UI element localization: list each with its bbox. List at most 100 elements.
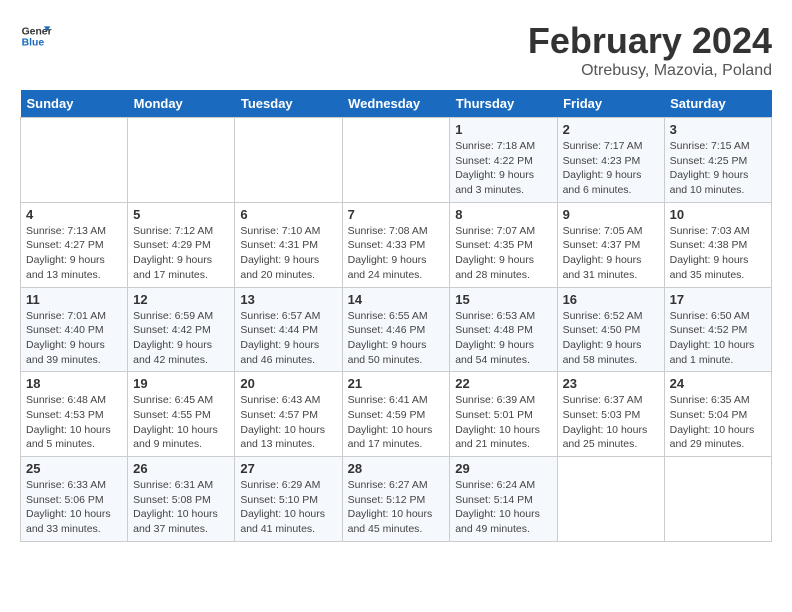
day-detail: Sunrise: 7:05 AM Sunset: 4:37 PM Dayligh… [563, 224, 659, 283]
day-number: 27 [240, 461, 336, 476]
calendar-cell: 6 Sunrise: 7:10 AM Sunset: 4:31 PM Daylig… [235, 202, 342, 287]
day-number: 20 [240, 376, 336, 391]
day-detail: Sunrise: 6:24 AM Sunset: 5:14 PM Dayligh… [455, 478, 551, 537]
day-number: 13 [240, 292, 336, 307]
day-detail: Sunrise: 7:10 AM Sunset: 4:31 PM Dayligh… [240, 224, 336, 283]
day-detail: Sunrise: 6:50 AM Sunset: 4:52 PM Dayligh… [670, 309, 766, 368]
calendar-cell: 7 Sunrise: 7:08 AM Sunset: 4:33 PM Daylig… [342, 202, 450, 287]
day-detail: Sunrise: 6:31 AM Sunset: 5:08 PM Dayligh… [133, 478, 229, 537]
col-wednesday: Wednesday [342, 90, 450, 118]
title-area: February 2024 Otrebusy, Mazovia, Poland [528, 20, 772, 80]
day-number: 10 [670, 207, 766, 222]
day-detail: Sunrise: 6:59 AM Sunset: 4:42 PM Dayligh… [133, 309, 229, 368]
day-number: 22 [455, 376, 551, 391]
day-detail: Sunrise: 7:07 AM Sunset: 4:35 PM Dayligh… [455, 224, 551, 283]
calendar-cell [342, 118, 450, 203]
calendar-cell: 26 Sunrise: 6:31 AM Sunset: 5:08 PM Dayli… [128, 457, 235, 542]
calendar-cell: 14 Sunrise: 6:55 AM Sunset: 4:46 PM Dayli… [342, 287, 450, 372]
day-number: 9 [563, 207, 659, 222]
day-number: 23 [563, 376, 659, 391]
day-number: 26 [133, 461, 229, 476]
col-tuesday: Tuesday [235, 90, 342, 118]
calendar-cell: 15 Sunrise: 6:53 AM Sunset: 4:48 PM Dayli… [450, 287, 557, 372]
calendar-cell: 17 Sunrise: 6:50 AM Sunset: 4:52 PM Dayli… [664, 287, 771, 372]
day-detail: Sunrise: 6:55 AM Sunset: 4:46 PM Dayligh… [348, 309, 445, 368]
calendar-cell: 5 Sunrise: 7:12 AM Sunset: 4:29 PM Daylig… [128, 202, 235, 287]
calendar-cell: 13 Sunrise: 6:57 AM Sunset: 4:44 PM Dayli… [235, 287, 342, 372]
calendar-body: 1 Sunrise: 7:18 AM Sunset: 4:22 PM Daylig… [21, 118, 772, 542]
day-number: 24 [670, 376, 766, 391]
day-number: 7 [348, 207, 445, 222]
day-number: 12 [133, 292, 229, 307]
day-detail: Sunrise: 7:13 AM Sunset: 4:27 PM Dayligh… [26, 224, 122, 283]
day-detail: Sunrise: 6:45 AM Sunset: 4:55 PM Dayligh… [133, 393, 229, 452]
day-detail: Sunrise: 6:41 AM Sunset: 4:59 PM Dayligh… [348, 393, 445, 452]
day-number: 2 [563, 122, 659, 137]
day-detail: Sunrise: 6:33 AM Sunset: 5:06 PM Dayligh… [26, 478, 122, 537]
day-detail: Sunrise: 7:12 AM Sunset: 4:29 PM Dayligh… [133, 224, 229, 283]
calendar-week-row: 4 Sunrise: 7:13 AM Sunset: 4:27 PM Daylig… [21, 202, 772, 287]
calendar-cell: 10 Sunrise: 7:03 AM Sunset: 4:38 PM Dayli… [664, 202, 771, 287]
day-number: 6 [240, 207, 336, 222]
calendar-cell: 25 Sunrise: 6:33 AM Sunset: 5:06 PM Dayli… [21, 457, 128, 542]
calendar-cell [21, 118, 128, 203]
col-monday: Monday [128, 90, 235, 118]
day-detail: Sunrise: 6:43 AM Sunset: 4:57 PM Dayligh… [240, 393, 336, 452]
day-number: 16 [563, 292, 659, 307]
day-number: 29 [455, 461, 551, 476]
day-number: 19 [133, 376, 229, 391]
calendar-cell: 2Sunrise: 7:17 AM Sunset: 4:23 PM Daylig… [557, 118, 664, 203]
day-number: 8 [455, 207, 551, 222]
calendar-week-row: 18 Sunrise: 6:48 AM Sunset: 4:53 PM Dayli… [21, 372, 772, 457]
calendar-cell [235, 118, 342, 203]
calendar-table: Sunday Monday Tuesday Wednesday Thursday… [20, 90, 772, 542]
calendar-cell: 12 Sunrise: 6:59 AM Sunset: 4:42 PM Dayli… [128, 287, 235, 372]
calendar-header: Sunday Monday Tuesday Wednesday Thursday… [21, 90, 772, 118]
day-detail: Sunrise: 7:18 AM Sunset: 4:22 PM Dayligh… [455, 139, 551, 198]
logo-icon: General Blue [20, 20, 52, 52]
day-detail: Sunrise: 6:35 AM Sunset: 5:04 PM Dayligh… [670, 393, 766, 452]
day-detail: Sunrise: 6:53 AM Sunset: 4:48 PM Dayligh… [455, 309, 551, 368]
day-detail: Sunrise: 6:52 AM Sunset: 4:50 PM Dayligh… [563, 309, 659, 368]
calendar-cell: 4 Sunrise: 7:13 AM Sunset: 4:27 PM Daylig… [21, 202, 128, 287]
calendar-cell: 9 Sunrise: 7:05 AM Sunset: 4:37 PM Daylig… [557, 202, 664, 287]
svg-text:Blue: Blue [22, 38, 45, 49]
calendar-cell: 28Sunrise: 6:27 AM Sunset: 5:12 PM Dayli… [342, 457, 450, 542]
day-number: 28 [348, 461, 445, 476]
calendar-cell: 29 Sunrise: 6:24 AM Sunset: 5:14 PM Dayli… [450, 457, 557, 542]
day-number: 25 [26, 461, 122, 476]
day-number: 15 [455, 292, 551, 307]
day-detail: Sunrise: 7:08 AM Sunset: 4:33 PM Dayligh… [348, 224, 445, 283]
day-detail: Sunrise: 7:03 AM Sunset: 4:38 PM Dayligh… [670, 224, 766, 283]
main-title: February 2024 [528, 20, 772, 62]
subtitle: Otrebusy, Mazovia, Poland [528, 62, 772, 80]
day-number: 1 [455, 122, 551, 137]
calendar-week-row: 25 Sunrise: 6:33 AM Sunset: 5:06 PM Dayli… [21, 457, 772, 542]
day-number: 17 [670, 292, 766, 307]
calendar-week-row: 11 Sunrise: 7:01 AM Sunset: 4:40 PM Dayli… [21, 287, 772, 372]
day-number: 14 [348, 292, 445, 307]
calendar-cell: 18 Sunrise: 6:48 AM Sunset: 4:53 PM Dayli… [21, 372, 128, 457]
calendar-cell: 19 Sunrise: 6:45 AM Sunset: 4:55 PM Dayli… [128, 372, 235, 457]
day-detail: Sunrise: 6:48 AM Sunset: 4:53 PM Dayligh… [26, 393, 122, 452]
calendar-cell [128, 118, 235, 203]
day-number: 3 [670, 122, 766, 137]
calendar-cell: 3Sunrise: 7:15 AM Sunset: 4:25 PM Daylig… [664, 118, 771, 203]
day-number: 5 [133, 207, 229, 222]
day-detail: Sunrise: 6:37 AM Sunset: 5:03 PM Dayligh… [563, 393, 659, 452]
day-detail: Sunrise: 6:29 AM Sunset: 5:10 PM Dayligh… [240, 478, 336, 537]
day-detail: Sunrise: 7:01 AM Sunset: 4:40 PM Dayligh… [26, 309, 122, 368]
calendar-cell: 20 Sunrise: 6:43 AM Sunset: 4:57 PM Dayli… [235, 372, 342, 457]
day-detail: Sunrise: 6:57 AM Sunset: 4:44 PM Dayligh… [240, 309, 336, 368]
day-number: 4 [26, 207, 122, 222]
day-number: 11 [26, 292, 122, 307]
calendar-cell: 27 Sunrise: 6:29 AM Sunset: 5:10 PM Dayli… [235, 457, 342, 542]
header-row: Sunday Monday Tuesday Wednesday Thursday… [21, 90, 772, 118]
col-friday: Friday [557, 90, 664, 118]
calendar-cell: 22Sunrise: 6:39 AM Sunset: 5:01 PM Dayli… [450, 372, 557, 457]
calendar-cell: 8 Sunrise: 7:07 AM Sunset: 4:35 PM Daylig… [450, 202, 557, 287]
day-number: 18 [26, 376, 122, 391]
calendar-cell: 23 Sunrise: 6:37 AM Sunset: 5:03 PM Dayli… [557, 372, 664, 457]
calendar-cell: 1 Sunrise: 7:18 AM Sunset: 4:22 PM Daylig… [450, 118, 557, 203]
col-saturday: Saturday [664, 90, 771, 118]
